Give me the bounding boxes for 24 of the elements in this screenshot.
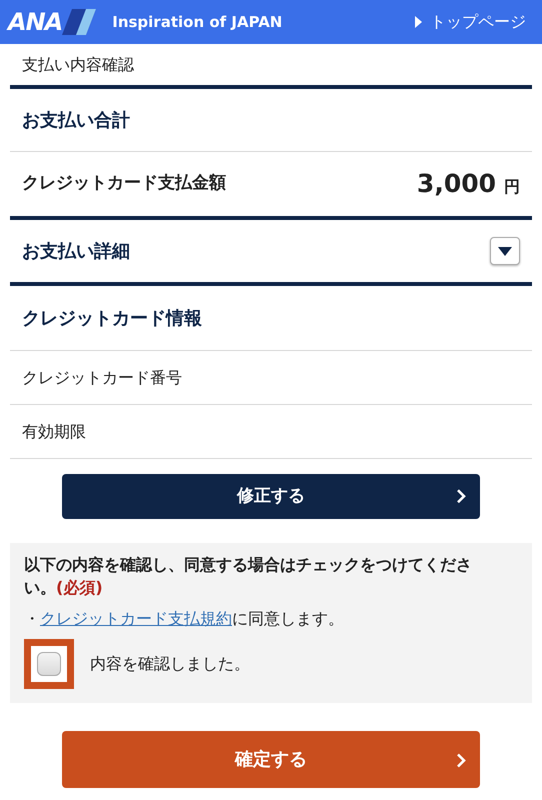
bullet: ・ (24, 608, 40, 630)
confirm-button[interactable]: 確定する (62, 731, 480, 788)
top-page-link[interactable]: トップページ (415, 10, 526, 34)
section-title: お支払い合計 (22, 108, 130, 132)
breadcrumb-text: 支払い内容確認 (22, 54, 134, 76)
amount-label: クレジットカード支払金額 (22, 172, 226, 196)
section-title: お支払い詳細 (22, 240, 130, 264)
checkbox-label: 内容を確認しました。 (90, 653, 250, 676)
currency-unit: 円 (504, 176, 520, 198)
field-label: 有効期限 (22, 420, 86, 442)
caret-icon (498, 246, 512, 256)
required-label: (必須) (56, 578, 103, 598)
expand-toggle[interactable] (490, 237, 520, 265)
edit-button[interactable]: 修正する (62, 474, 480, 519)
logo: ANA (8, 4, 96, 40)
section-title: クレジットカード情報 (22, 306, 202, 330)
instruction-text: 以下の内容を確認し、同意する場合はチェックをつけてください。(必須) (24, 554, 473, 600)
checkbox[interactable] (24, 639, 74, 690)
amount-value: 3,000 (416, 168, 496, 200)
field-label: クレジットカード番号 (22, 366, 182, 388)
agreement-text: に同意します。 (232, 608, 344, 630)
caret-icon (415, 16, 422, 28)
tagline: Inspiration of JAPAN (112, 12, 282, 33)
terms-link[interactable]: クレジットカード支払規約 (40, 607, 232, 632)
